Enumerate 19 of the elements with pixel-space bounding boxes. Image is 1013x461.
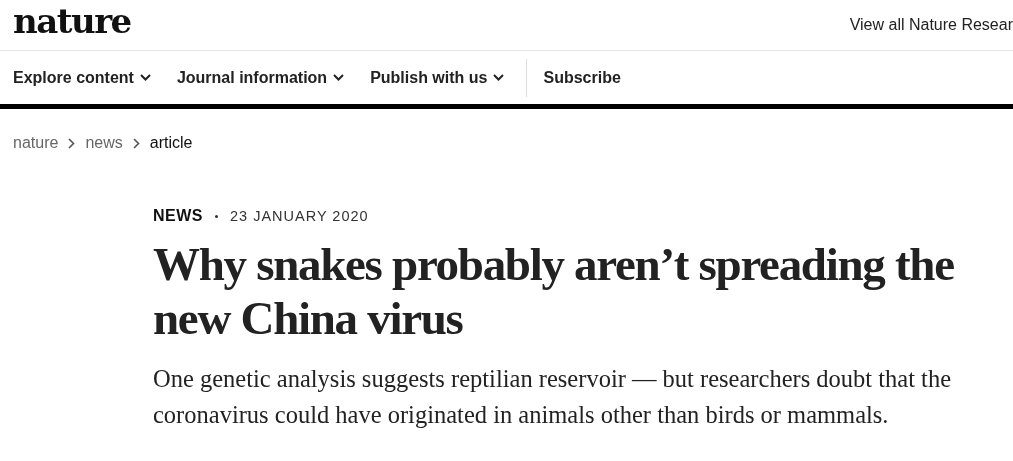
chevron-down-icon xyxy=(493,74,505,81)
site-logo[interactable]: nature xyxy=(13,1,131,41)
breadcrumb-link[interactable]: article xyxy=(149,134,193,152)
chevron-down-icon xyxy=(333,74,345,81)
article-title: Why snakes probably aren’t spreading the new China virus xyxy=(153,237,955,345)
chevron-right-icon xyxy=(132,137,140,149)
breadcrumb-link[interactable]: nature xyxy=(13,134,59,152)
nav-item[interactable]: Subscribe xyxy=(543,68,621,87)
nav-item[interactable]: Publish with us xyxy=(370,68,505,87)
article-type: NEWS xyxy=(153,207,203,225)
nav-item[interactable]: Journal information xyxy=(176,68,345,87)
chevron-down-icon xyxy=(139,74,151,81)
article-date: 23 JANUARY 2020 xyxy=(230,208,369,224)
top-link[interactable]: View all Nature Resear xyxy=(849,16,1013,34)
breadcrumb-link[interactable]: news xyxy=(85,134,123,152)
article-standfirst: One genetic analysis suggests reptilian reservoir — but researchers doubt that the coronavirus could have originated in animals other than birds or mammals. xyxy=(153,364,953,430)
separator-dot xyxy=(215,214,218,218)
nav-item[interactable]: Explore content xyxy=(13,68,151,87)
chevron-right-icon xyxy=(68,137,76,149)
